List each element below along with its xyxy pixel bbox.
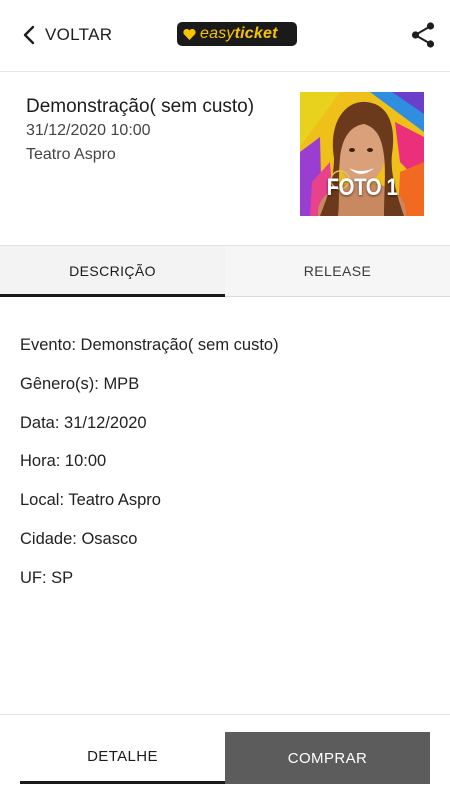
tab-descricao[interactable]: DESCRIÇÃO bbox=[0, 246, 225, 297]
event-venue: Teatro Aspro bbox=[26, 146, 116, 163]
comprar-button[interactable]: COMPRAR bbox=[225, 732, 430, 784]
share-icon[interactable] bbox=[409, 21, 437, 49]
event-summary: Demonstração( sem custo) 31/12/2020 10:0… bbox=[0, 72, 450, 245]
content-tabs: DESCRIÇÃO RELEASE bbox=[0, 245, 450, 297]
detail-data: Data: 31/12/2020 bbox=[20, 413, 147, 432]
detail-cidade: Cidade: Osasco bbox=[20, 529, 138, 548]
logo-text-light: easy bbox=[200, 25, 235, 42]
detail-hora: Hora: 10:00 bbox=[20, 452, 107, 471]
heart-logo-icon bbox=[183, 28, 196, 40]
event-poster[interactable]: FOTO 1 bbox=[300, 92, 424, 216]
detail-uf: UF: SP bbox=[20, 568, 74, 587]
detalhe-button[interactable]: DETALHE bbox=[20, 732, 225, 784]
event-details: Evento: Demonstração( sem custo) Gênero(… bbox=[20, 334, 430, 606]
back-label: VOLTAR bbox=[45, 25, 113, 44]
event-title: Demonstração( sem custo) bbox=[26, 96, 255, 117]
poster-caption: FOTO 1 bbox=[326, 174, 398, 201]
easyticket-logo: easyticket bbox=[177, 22, 297, 46]
chevron-left-icon bbox=[23, 25, 35, 45]
detail-evento: Evento: Demonstração( sem custo) bbox=[20, 336, 279, 354]
back-button[interactable]: VOLTAR bbox=[22, 20, 112, 50]
app-header: VOLTAR easyticket bbox=[0, 0, 450, 72]
detail-local: Local: Teatro Aspro bbox=[20, 491, 161, 510]
tab-release[interactable]: RELEASE bbox=[225, 246, 450, 296]
detail-genero: Gênero(s): MPB bbox=[20, 374, 140, 393]
bottom-action-bar: DETALHE COMPRAR bbox=[0, 714, 450, 800]
logo-text: easyticket bbox=[200, 22, 278, 46]
logo-text-bold: ticket bbox=[234, 25, 278, 42]
event-datetime: 31/12/2020 10:00 bbox=[26, 122, 151, 139]
